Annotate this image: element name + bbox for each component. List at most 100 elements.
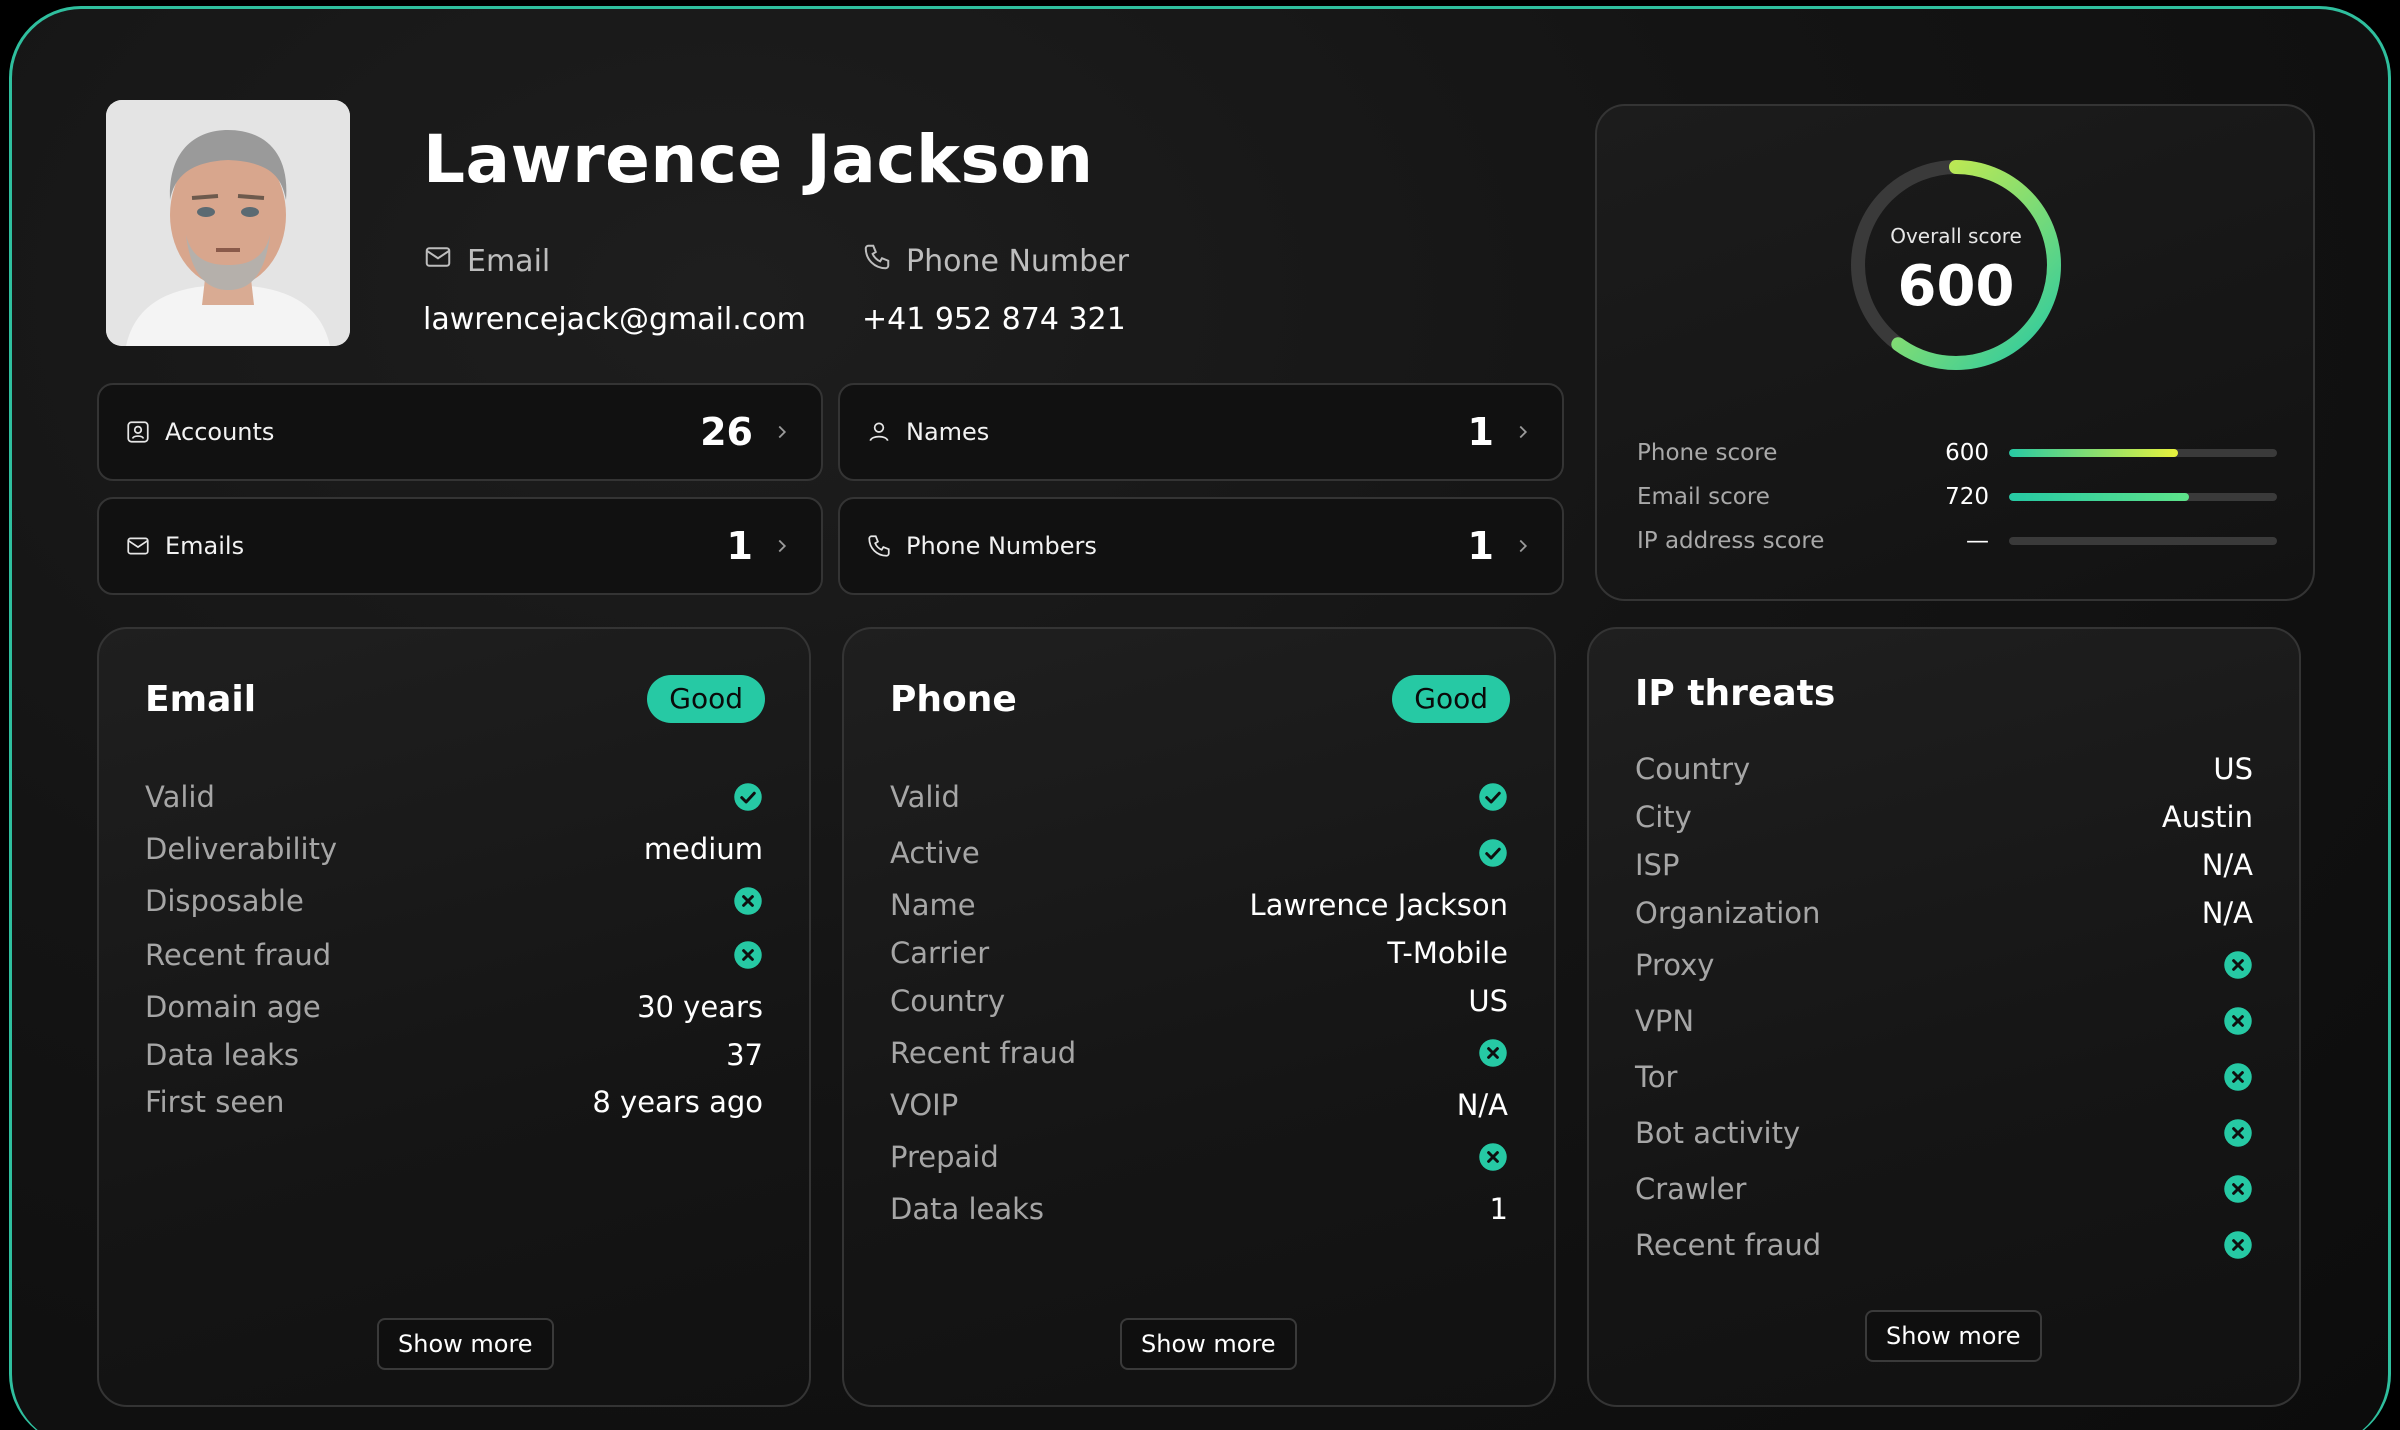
phone-row-label: Data leaks [890,1192,1045,1226]
ip-row-label: Recent fraud [1635,1228,1822,1262]
x-circle-icon [2223,1006,2253,1036]
account-icon [125,419,151,445]
mail-icon [125,533,151,559]
email-score-bar [2009,493,2277,501]
email-row-label: Deliverability [145,832,338,866]
phone-row-carrier: Carrier T-Mobile [890,935,1508,971]
ip-row-label: Bot activity [1635,1116,1801,1150]
x-circle-icon [2223,950,2253,980]
email-contact: Email lawrencejack@gmail.com [423,242,806,338]
ip-row-value: N/A [2201,896,2253,930]
ip-card-title: IP threats [1635,673,1836,714]
overall-score-gauge: Overall score 600 [1845,154,2067,376]
avatar [106,100,350,346]
ip-row-value: Austin [2161,800,2253,834]
x-circle-icon [1478,1038,1508,1068]
email-row-domain-age: Domain age 30 years [145,989,763,1025]
phone-show-more-button[interactable]: Show more [1120,1318,1297,1370]
chevron-right-icon [771,421,793,443]
email-status-badge: Good [647,675,765,723]
profile-name: Lawrence Jackson [423,121,1094,198]
email-row-label: First seen [145,1085,285,1119]
x-circle-icon [733,886,763,916]
x-circle-icon [2223,1174,2253,1204]
ip-score-bar [2009,537,2277,545]
phone-row-active: Active [890,835,1508,871]
phone-card: Phone Good Valid Active Name Lawrence Jacks… [842,627,1556,1407]
email-score-value: 720 [1945,484,1989,510]
ip-row-label: Country [1635,752,1751,786]
phone-row-data-leaks: Data leaks 1 [890,1191,1508,1227]
ip-row-country: Country US [1635,751,2253,787]
tile-accounts[interactable]: Accounts 26 [97,383,823,481]
phone-icon [862,242,892,280]
x-circle-icon [2223,1118,2253,1148]
email-score-label: Email score [1637,484,1770,510]
email-row-recent-fraud: Recent fraud [145,937,763,973]
phone-row-label: Carrier [890,936,990,970]
ip-row-isp: ISP N/A [1635,847,2253,883]
email-row-valid: Valid [145,779,763,815]
phone-score-row: Phone score 600 [1637,438,2277,468]
tile-emails[interactable]: Emails 1 [97,497,823,595]
ip-show-more-button[interactable]: Show more [1865,1310,2042,1362]
tile-accounts-count: 26 [700,410,753,454]
ip-row-label: City [1635,800,1692,834]
phone-row-label: VOIP [890,1088,959,1122]
ip-row-recent-fraud: Recent fraud [1635,1227,2253,1263]
email-row-value: medium [643,832,763,866]
phone-row-label: Prepaid [890,1140,999,1174]
score-card: Overall score 600 Phone score 600 Email … [1595,104,2315,601]
x-circle-icon [2223,1062,2253,1092]
email-row-data-leaks: Data leaks 37 [145,1037,763,1073]
phone-score-fill [2009,449,2178,457]
tile-emails-label: Emails [165,532,245,560]
ip-row-label: Proxy [1635,948,1715,982]
ip-row-value: US [2213,752,2253,786]
phone-row-value: 1 [1489,1192,1508,1226]
email-row-value: 30 years [637,990,763,1024]
phone-row-recent-fraud: Recent fraud [890,1035,1508,1071]
overall-score-label: Overall score [1890,224,2022,248]
email-row-label: Valid [145,780,215,814]
phone-row-label: Valid [890,780,960,814]
ip-row-value: N/A [2201,848,2253,882]
ip-row-label: ISP [1635,848,1680,882]
phone-score-label: Phone score [1637,440,1778,466]
email-score-fill [2009,493,2189,501]
app-frame: Lawrence Jackson Email lawrencejack@gmai… [9,6,2391,1430]
phone-row-label: Recent fraud [890,1036,1077,1070]
user-icon [866,419,892,445]
ip-threats-card: IP threats Country US City Austin ISP N/A Orga… [1587,627,2301,1407]
tile-phone-numbers-count: 1 [1467,524,1494,568]
phone-score-bar [2009,449,2277,457]
tile-accounts-label: Accounts [165,418,275,446]
phone-row-value: US [1468,984,1508,1018]
x-circle-icon [733,940,763,970]
chevron-right-icon [771,535,793,557]
tile-names-label: Names [906,418,990,446]
tile-phone-numbers[interactable]: Phone Numbers 1 [838,497,1564,595]
phone-row-voip: VOIP N/A [890,1087,1508,1123]
phone-label-row: Phone Number [862,242,1129,280]
email-row-label: Domain age [145,990,321,1024]
email-show-more-button[interactable]: Show more [377,1318,554,1370]
ip-score-value: — [1966,528,1989,554]
email-row-value: 8 years ago [592,1085,763,1119]
phone-contact: Phone Number +41 952 874 321 [862,242,1129,338]
ip-row-organization: Organization N/A [1635,895,2253,931]
phone-row-label: Country [890,984,1006,1018]
chevron-right-icon [1512,421,1534,443]
ip-row-label: Organization [1635,896,1821,930]
email-row-label: Disposable [145,884,304,918]
ip-row-label: Tor [1635,1060,1678,1094]
email-row-label: Data leaks [145,1038,300,1072]
overall-score-value: 600 [1897,254,2015,319]
ip-score-label: IP address score [1637,528,1825,554]
phone-label: Phone Number [906,243,1129,279]
phone-row-country: Country US [890,983,1508,1019]
phone-score-value: 600 [1945,440,1989,466]
phone-row-label: Active [890,836,980,870]
mail-icon [423,242,453,280]
tile-names[interactable]: Names 1 [838,383,1564,481]
